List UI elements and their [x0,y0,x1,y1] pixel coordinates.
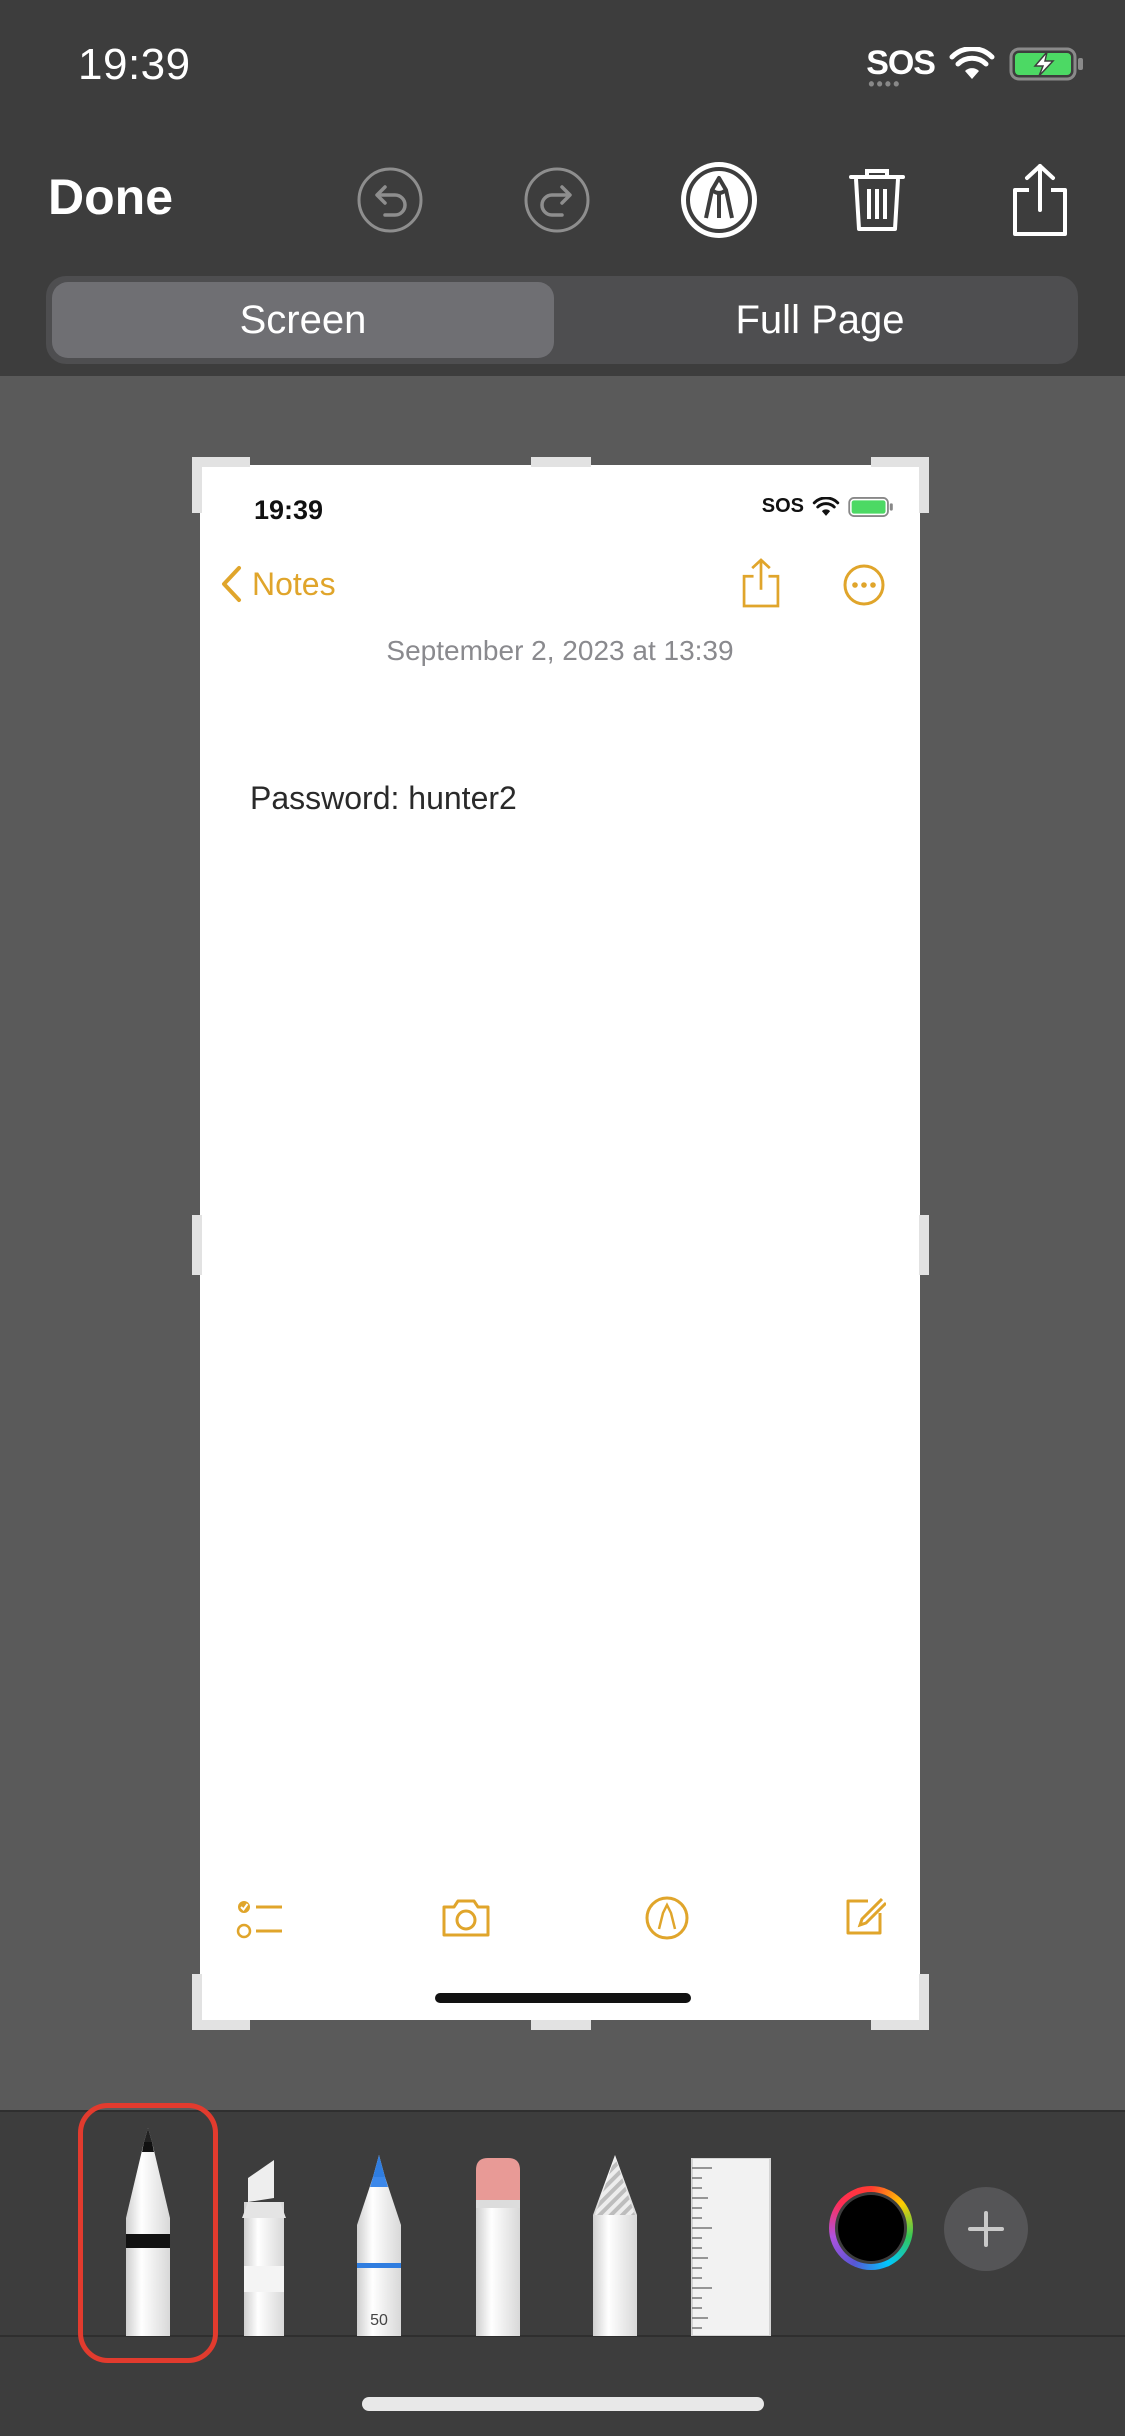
eraser-tool[interactable] [472,2158,524,2336]
redo-button[interactable] [507,150,607,250]
notes-back-label: Notes [252,565,336,602]
markup-pen-icon [681,162,757,238]
crop-handle-bottom-right-v[interactable] [919,1974,929,2030]
plus-icon [968,2211,1004,2247]
preview-sos: SOS [761,495,804,517]
more-options-icon[interactable] [842,563,886,607]
preview-home-indicator [435,1993,691,2003]
screenshot-preview[interactable]: 19:39 SOS Notes September 2, 2023 at 13:… [200,465,920,2020]
share-icon [1013,164,1067,236]
camera-icon[interactable] [440,1897,492,1939]
crop-handle-bottom[interactable] [531,2020,591,2030]
selected-tool-highlight [78,2103,218,2363]
pencil-tool[interactable]: 50 [353,2155,405,2336]
ruler-tool[interactable] [690,2158,772,2336]
undo-button[interactable] [340,150,440,250]
markup-toolbar: Done [0,150,1125,250]
preview-wifi-icon [812,496,840,516]
markup-toggle-button[interactable] [669,150,769,250]
status-icons: SOS •••• [866,44,1085,94]
preview-status-icons: SOS [762,495,894,518]
note-body: Password: hunter2 [250,780,517,816]
crop-handle-top-left-v[interactable] [192,457,202,513]
delete-button[interactable] [827,150,927,250]
crop-handle-right[interactable] [919,1215,929,1275]
add-button[interactable] [944,2187,1028,2271]
notes-back-button[interactable]: Notes [220,565,336,603]
capture-mode-segmented-control: Screen Full Page [46,276,1078,364]
compose-icon[interactable] [842,1895,886,1939]
share-button[interactable] [990,150,1090,250]
segment-full-page[interactable]: Full Page [568,282,1072,358]
checklist-icon[interactable] [236,1897,284,1943]
trash-icon [849,169,905,231]
wifi-icon [949,46,995,79]
color-picker-button[interactable] [829,2186,913,2270]
crop-handle-bottom-left-v[interactable] [192,1974,202,2030]
undo-icon [357,167,423,233]
home-indicator [362,2397,764,2411]
markup-icon[interactable] [644,1895,690,1941]
status-time: 19:39 [78,40,191,89]
crop-handle-top[interactable] [531,457,591,467]
notes-bottom-toolbar [200,1885,920,1955]
done-button[interactable]: Done [48,168,173,226]
crop-handle-left[interactable] [192,1215,202,1275]
redo-icon [524,167,590,233]
current-color-swatch [838,2195,904,2261]
preview-battery-icon [848,496,893,517]
preview-share-icon[interactable] [740,557,782,609]
lasso-tool[interactable] [589,2155,641,2336]
marker-tool[interactable] [238,2158,290,2336]
chevron-left-icon [222,566,241,602]
sos-indicator: SOS •••• [866,44,936,94]
battery-charging-icon [1009,47,1083,80]
crop-handle-top-right-v[interactable] [919,457,929,513]
segment-screen[interactable]: Screen [52,282,554,358]
preview-status-time: 19:39 [254,495,324,525]
note-date: September 2, 2023 at 13:39 [386,635,734,666]
pencil-width-label: 50 [370,2312,388,2329]
